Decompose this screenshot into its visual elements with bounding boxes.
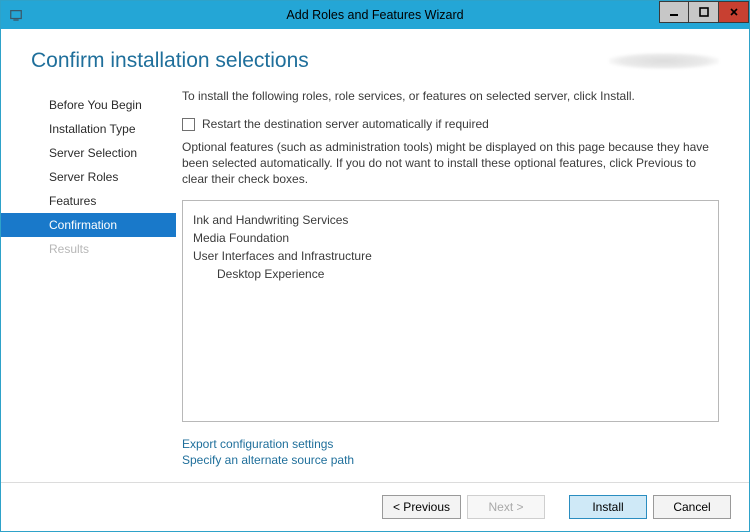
intro-text: To install the following roles, role ser… — [182, 89, 719, 103]
wizard-steps: Before You Begin Installation Type Serve… — [1, 85, 176, 482]
app-icon — [9, 8, 23, 22]
export-config-link[interactable]: Export configuration settings — [182, 436, 719, 452]
restart-option[interactable]: Restart the destination server automatic… — [182, 117, 719, 131]
feature-item: Ink and Handwriting Services — [193, 211, 708, 229]
close-button[interactable] — [719, 1, 749, 23]
step-server-roles[interactable]: Server Roles — [1, 165, 176, 189]
spacer — [551, 495, 563, 519]
step-confirmation[interactable]: Confirmation — [1, 213, 176, 237]
footer: < Previous Next > Install Cancel — [1, 482, 749, 531]
page-title: Confirm installation selections — [31, 49, 309, 73]
step-before-you-begin[interactable]: Before You Begin — [1, 93, 176, 117]
next-button: Next > — [467, 495, 545, 519]
step-server-selection[interactable]: Server Selection — [1, 141, 176, 165]
feature-item: User Interfaces and Infrastructure — [193, 247, 708, 265]
alternate-source-link[interactable]: Specify an alternate source path — [182, 452, 719, 468]
feature-item: Desktop Experience — [193, 265, 708, 283]
main-panel: To install the following roles, role ser… — [176, 85, 737, 482]
previous-button[interactable]: < Previous — [382, 495, 461, 519]
window-title: Add Roles and Features Wizard — [1, 8, 749, 22]
selected-features-list[interactable]: Ink and Handwriting Services Media Found… — [182, 200, 719, 422]
step-features[interactable]: Features — [1, 189, 176, 213]
step-results: Results — [1, 237, 176, 261]
restart-checkbox-label: Restart the destination server automatic… — [202, 117, 489, 131]
body: Before You Begin Installation Type Serve… — [1, 85, 749, 482]
minimize-button[interactable] — [659, 1, 689, 23]
wizard-window: Add Roles and Features Wizard Confirm in… — [0, 0, 750, 532]
destination-server-label — [609, 53, 719, 69]
maximize-button[interactable] — [689, 1, 719, 23]
feature-item: Media Foundation — [193, 229, 708, 247]
optional-features-note: Optional features (such as administratio… — [182, 139, 719, 188]
step-installation-type[interactable]: Installation Type — [1, 117, 176, 141]
header: Confirm installation selections — [1, 29, 749, 85]
install-button[interactable]: Install — [569, 495, 647, 519]
cancel-button[interactable]: Cancel — [653, 495, 731, 519]
titlebar: Add Roles and Features Wizard — [1, 1, 749, 29]
links: Export configuration settings Specify an… — [182, 436, 719, 468]
window-buttons — [659, 1, 749, 29]
restart-checkbox[interactable] — [182, 118, 195, 131]
